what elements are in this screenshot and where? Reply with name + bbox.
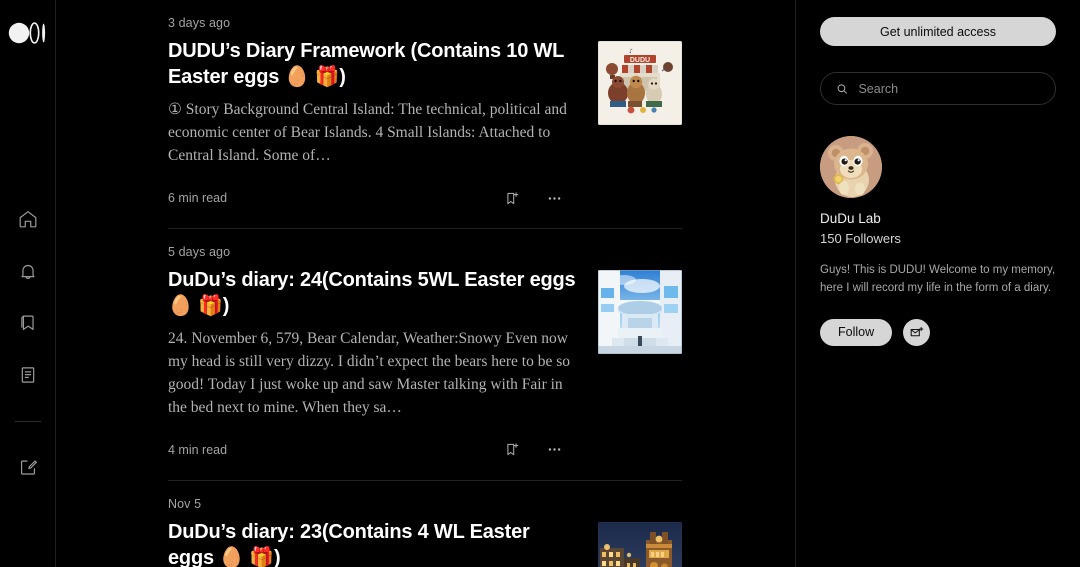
story-excerpt: 24. November 6, 579, Bear Calendar, Weat… [168, 330, 571, 416]
bell-icon [21, 264, 34, 279]
story-footer: 6 min read [168, 188, 682, 208]
story-body: DUDU’s Diary Framework (Contains 10 WL E… [168, 39, 682, 168]
author-actions: Follow [820, 318, 1056, 346]
more-horizontal-icon [548, 448, 560, 452]
left-sidebar [0, 0, 56, 567]
sidebar-item-stories[interactable] [13, 360, 43, 390]
story-footer: 4 min read [168, 440, 682, 460]
search-icon [837, 83, 847, 94]
author-name[interactable]: DuDu Lab [820, 211, 1056, 226]
write-icon [20, 460, 37, 475]
search-input[interactable] [858, 81, 1040, 96]
left-sidebar-nav [0, 204, 55, 482]
story-title[interactable]: DUDU’s Diary Framework (Contains 10 WL E… [168, 39, 578, 90]
story-feed: 3 days ago DUDU’s Diary Framework (Conta… [56, 0, 796, 567]
svg-text:DUDU: DUDU [630, 57, 650, 64]
author-bio: Guys! This is DUDU! Welcome to my memory… [820, 264, 1056, 294]
follow-button[interactable]: Follow [820, 318, 893, 346]
story-actions [502, 188, 564, 208]
page-root: 3 days ago DUDU’s Diary Framework (Conta… [0, 0, 1080, 567]
sidebar-item-notifications[interactable] [13, 256, 43, 286]
story-body: DuDu’s diary: 23(Contains 4 WL Easter eg… [168, 520, 682, 567]
more-options-button[interactable] [544, 440, 564, 460]
story-thumbnail[interactable] [598, 521, 682, 567]
author-followers[interactable]: 150 Followers [820, 231, 1056, 246]
svg-text:♪: ♪ [629, 48, 633, 55]
story-read-time: 4 min read [168, 442, 228, 457]
sidebar-item-library[interactable] [13, 308, 43, 338]
story-read-time: 6 min read [168, 191, 228, 205]
story-feed-inner: 3 days ago DUDU’s Diary Framework (Conta… [168, 0, 682, 567]
story-card[interactable]: 5 days ago DuDu’s diary: 24(Contains 5WL… [168, 228, 682, 480]
futuristic-white-city-icon [598, 270, 682, 354]
dudu-bear-avatar-icon [820, 136, 882, 198]
save-story-button[interactable] [502, 188, 522, 208]
bookmark-plus-icon [506, 443, 518, 456]
medium-logo[interactable] [0, 20, 55, 46]
more-options-button[interactable] [544, 188, 564, 208]
story-card[interactable]: Nov 5 DuDu’s diary: 23(Contains 4 WL Eas… [168, 479, 682, 567]
medium-logo-icon [8, 22, 45, 44]
story-actions [502, 440, 564, 460]
more-horizontal-icon [548, 196, 560, 200]
bookmark-icon [20, 315, 34, 331]
subscribe-button[interactable] [903, 318, 931, 346]
story-excerpt: ① Story Background Central Island: The t… [168, 101, 567, 165]
night-cathedral-reflection-icon [598, 521, 682, 567]
sidebar-item-write[interactable] [13, 452, 43, 482]
sidebar-divider [14, 421, 41, 422]
story-text: DuDu’s diary: 24(Contains 5WL Easter egg… [168, 268, 578, 420]
dudu-market-illustration-icon: DUDU ♪ [598, 41, 682, 125]
bookmark-plus-icon [506, 191, 518, 204]
story-card[interactable]: 3 days ago DUDU’s Diary Framework (Conta… [168, 0, 682, 228]
right-sidebar: Get unlimited access Search DuDu Lab 150… [796, 0, 1080, 567]
save-story-button[interactable] [502, 440, 522, 460]
story-title[interactable]: DuDu’s diary: 24(Contains 5WL Easter egg… [168, 268, 578, 319]
home-icon [19, 211, 36, 228]
story-date: Nov 5 [168, 496, 202, 511]
sidebar-item-home[interactable] [13, 204, 43, 234]
story-body: DuDu’s diary: 24(Contains 5WL Easter egg… [168, 268, 682, 420]
story-thumbnail[interactable]: DUDU ♪ [598, 41, 682, 125]
get-unlimited-access-button[interactable]: Get unlimited access [820, 17, 1056, 46]
search-bar[interactable] [820, 72, 1056, 105]
envelope-plus-icon [910, 326, 924, 336]
story-title[interactable]: DuDu’s diary: 23(Contains 4 WL Easter eg… [168, 520, 578, 567]
story-text: DuDu’s diary: 23(Contains 4 WL Easter eg… [168, 520, 578, 567]
story-thumbnail[interactable] [598, 270, 682, 354]
story-text: DUDU’s Diary Framework (Contains 10 WL E… [168, 39, 578, 168]
story-date: 3 days ago [168, 16, 231, 30]
story-date: 5 days ago [168, 245, 231, 259]
author-avatar[interactable] [820, 136, 882, 198]
list-icon [21, 367, 34, 383]
